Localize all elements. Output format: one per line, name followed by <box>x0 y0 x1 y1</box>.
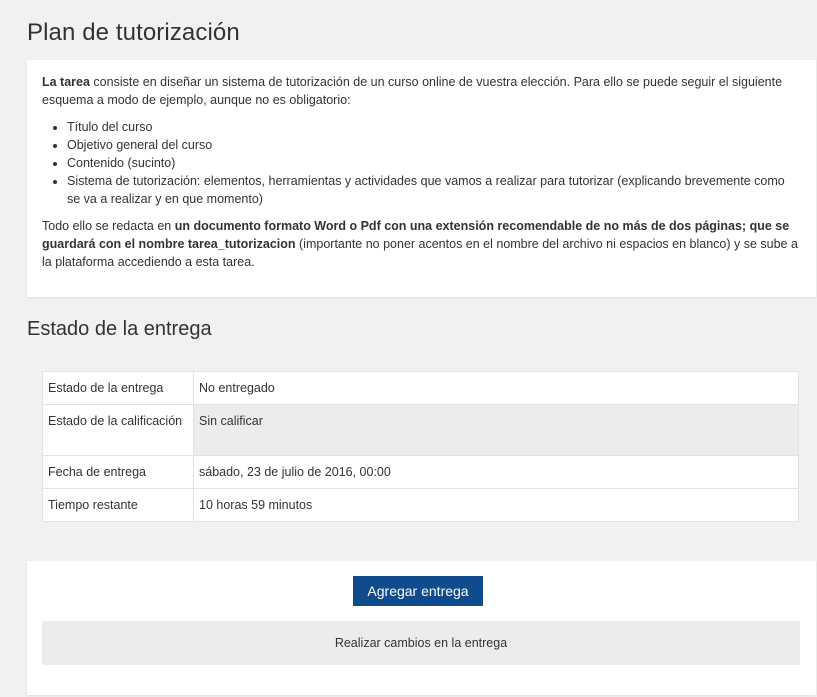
table-row: Fecha de entrega sábado, 23 de julio de … <box>42 455 799 489</box>
assignment-description: La tarea consiste en diseñar un sistema … <box>27 60 816 297</box>
list-item: Sistema de tutorización: elementos, herr… <box>67 172 801 208</box>
row-value: sábado, 23 de julio de 2016, 00:00 <box>193 455 799 489</box>
table-row: Tiempo restante 10 horas 59 minutos <box>42 488 799 522</box>
intro-bold: La tarea <box>42 75 90 89</box>
assignment-page: Plan de tutorización La tarea consiste e… <box>0 0 817 697</box>
row-label: Fecha de entrega <box>42 455 194 489</box>
intro-text: consiste en diseñar un sistema de tutori… <box>42 75 783 107</box>
instructions-paragraph: Todo ello se redacta en un documento for… <box>42 217 801 271</box>
submission-help-text: Realizar cambios en la entrega <box>42 621 800 665</box>
intro-paragraph: La tarea consiste en diseñar un sistema … <box>42 73 801 109</box>
submission-actions: Agregar entrega Realizar cambios en la e… <box>27 561 816 695</box>
list-item: Objetivo general del curso <box>67 136 801 154</box>
outline-list: Título del curso Objetivo general del cu… <box>42 118 801 208</box>
table-row: Estado de la calificación Sin calificar <box>42 404 799 456</box>
row-value: No entregado <box>193 371 799 405</box>
submission-status-table: Estado de la entrega No entregado Estado… <box>42 371 799 522</box>
list-item: Contenido (sucinto) <box>67 154 801 172</box>
row-value: 10 horas 59 minutos <box>193 488 799 522</box>
row-label: Estado de la entrega <box>42 371 194 405</box>
table-row: Estado de la entrega No entregado <box>42 371 799 405</box>
row-value: Sin calificar <box>193 404 799 456</box>
instructions-start: Todo ello se redacta en <box>42 219 175 233</box>
add-submission-button[interactable]: Agregar entrega <box>353 576 483 606</box>
page-title: Plan de tutorización <box>27 19 240 46</box>
list-item: Título del curso <box>67 118 801 136</box>
row-label: Tiempo restante <box>42 488 194 522</box>
submission-status-heading: Estado de la entrega <box>27 318 212 340</box>
row-label: Estado de la calificación <box>42 404 194 456</box>
